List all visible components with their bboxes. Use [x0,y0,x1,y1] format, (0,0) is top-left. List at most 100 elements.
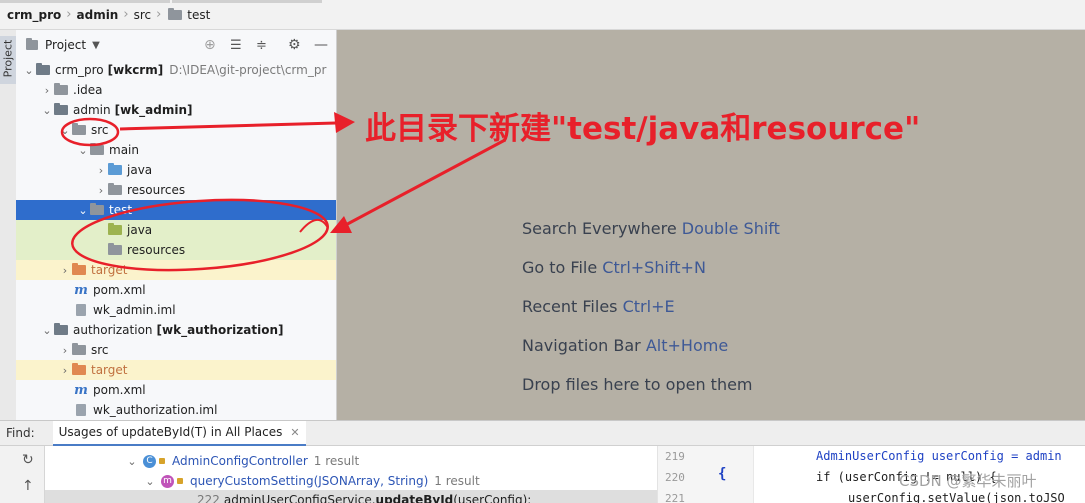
chevron-down-icon[interactable]: ▼ [92,40,100,51]
hint-shortcut: Ctrl+E [622,297,675,316]
chevron-down-icon[interactable]: ⌄ [76,204,90,217]
annotation-text: 此目录下新建"test/java和resource" [365,111,921,147]
tree-row[interactable]: › .idea [16,80,336,100]
usage-class-row[interactable]: ⌄ C AdminConfigController 1 result [125,451,359,471]
tree-row[interactable]: m pom.xml [16,380,336,400]
folder-icon [90,203,104,215]
expand-all-icon[interactable]: ☰ [230,38,242,53]
tree-row[interactable]: ⌄ crm_pro [wkcrm] D:\IDEA\git-project\cr… [16,60,336,80]
tree-label: main [109,143,139,157]
project-tool-tab[interactable]: Project [0,36,16,84]
find-usages-tab[interactable]: Usages of updateById(T) in All Places ✕ [52,420,306,446]
tree-row[interactable]: › resources [16,180,336,200]
tree-row[interactable]: ⌄ authorization [wk_authorization] [16,320,336,340]
chevron-down-icon[interactable]: ⌄ [40,104,54,117]
breadcrumb-item-test[interactable]: test [187,0,210,34]
tree-row[interactable]: m pom.xml [16,280,336,300]
chevron-down-icon[interactable]: ⌄ [22,64,36,77]
iml-file-icon [76,304,86,316]
collapse-all-icon[interactable]: ≑ [256,38,267,53]
code-gutter: 219 220 221 { [658,446,754,503]
chevron-right-icon[interactable]: › [58,344,72,357]
usage-line-text: adminUserConfigService. [223,493,376,503]
tree-row[interactable]: › target [16,260,336,280]
tree-label: admin [73,103,111,117]
hint-search-everywhere: Search Everywhere Double Shift [522,219,780,238]
excluded-folder-icon [72,263,86,275]
tree-row[interactable]: wk_admin.iml [16,300,336,320]
folder-icon [72,123,86,135]
chevron-right-icon[interactable]: › [40,84,54,97]
close-icon[interactable]: ✕ [290,420,299,445]
module-folder-icon [54,103,68,115]
tree-label: wk_authorization.iml [93,403,218,417]
project-panel-title[interactable]: Project [45,38,86,52]
chevron-down-icon[interactable]: ⌄ [40,324,54,337]
chevron-right-icon[interactable]: › [94,164,108,177]
find-tool-bar: Find: Usages of updateById(T) in All Pla… [0,420,1085,446]
navigation-bar: crm_pro › admin › src › test [0,0,1085,30]
hide-icon[interactable]: — [314,37,328,53]
chevron-down-icon[interactable]: ⌄ [143,475,157,488]
code-line: userConfig.setValue(json.toJSO [848,491,1065,503]
chevron-down-icon[interactable]: ⌄ [76,144,90,157]
hint-text: Search Everywhere [522,219,677,238]
folder-icon [90,143,104,155]
tree-row[interactable]: wk_authorization.iml [16,400,336,420]
tree-row[interactable]: › java [16,160,336,180]
tree-label: authorization [73,323,153,337]
usage-count: 1 result [434,474,480,488]
tree-label: crm_pro [55,63,104,77]
project-panel-header: Project ▼ ⊕ ☰ ≑ ⚙ — [16,30,336,60]
hint-shortcut: Double Shift [681,219,780,238]
tool-window-strip: Project [0,30,17,420]
resources-folder-icon [108,183,122,195]
tree-row[interactable]: › src [16,340,336,360]
usage-line-number: 222 [197,493,220,503]
gear-icon[interactable]: ⚙ [288,37,301,53]
usage-line-row[interactable]: 222 adminUserConfigService. updateById (… [45,490,657,503]
excluded-folder-icon [72,363,86,375]
iml-file-icon [76,404,86,416]
project-view-icon [26,38,38,50]
folder-icon [72,343,86,355]
watermark: CSDN @繁华未丽叶 [899,472,1037,490]
rerun-icon[interactable]: ↻ [22,452,34,468]
chevron-down-icon[interactable]: ⌄ [125,455,139,468]
folder-icon [168,8,183,20]
chevron-right-icon[interactable]: › [58,364,72,377]
breadcrumb-item-crm-pro[interactable]: crm_pro [7,0,61,34]
tree-row[interactable]: › target [16,360,336,380]
breadcrumb-separator: › [156,7,162,22]
tree-label: wk_admin.iml [93,303,176,317]
tree-row[interactable]: ⌄ src [16,120,336,140]
breadcrumb-item-admin[interactable]: admin [77,0,119,34]
find-actions-strip: ↻ ↑ [0,446,45,503]
locate-icon[interactable]: ⊕ [204,37,216,53]
hint-text: Go to File [522,258,598,277]
tree-row-selected[interactable]: ⌄ test [16,200,336,220]
tree-label: src [91,123,109,137]
code-line: AdminUserConfig userConfig = admin [816,449,1062,463]
code-line-text: userConfig.setValue(json.toJSO [848,491,1065,503]
module-folder-icon [36,63,50,75]
breadcrumb-item-src[interactable]: src [134,0,152,34]
chevron-down-icon[interactable]: ⌄ [58,124,72,137]
chevron-right-icon[interactable]: › [94,184,108,197]
tree-row[interactable]: java [16,220,336,240]
hint-shortcut: Alt+Home [645,336,729,355]
tree-row[interactable]: ⌄ admin [wk_admin] [16,100,336,120]
usage-method-row[interactable]: ⌄ m queryCustomSetting(JSONArray, String… [143,471,480,491]
chevron-right-icon[interactable]: › [58,264,72,277]
line-number: 219 [665,450,685,463]
tree-label: resources [127,183,186,197]
tree-row[interactable]: ⌄ main [16,140,336,160]
arrow-up-icon[interactable]: ↑ [22,478,34,494]
line-number: 221 [665,492,685,503]
maven-file-icon: m [74,282,88,298]
module-name: [wkcrm] [107,63,164,77]
tree-row[interactable]: resources [16,240,336,260]
usage-line-match: updateById [375,493,454,503]
usage-class-name: AdminConfigController [172,454,308,468]
folder-icon [54,83,68,95]
